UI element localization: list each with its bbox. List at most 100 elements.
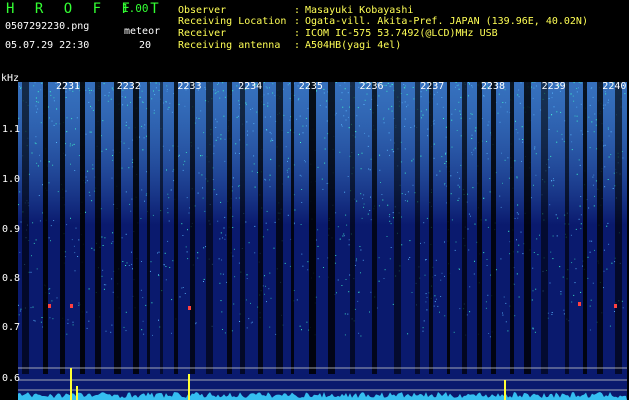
noise-speck xyxy=(87,170,89,172)
signal-gap-stripe xyxy=(477,82,482,374)
noise-speck xyxy=(508,177,510,179)
noise-speck xyxy=(128,265,130,266)
noise-speck xyxy=(459,110,461,112)
noise-speck xyxy=(85,176,87,178)
file-name: 0507292230.png xyxy=(5,21,90,32)
noise-speck xyxy=(604,166,606,168)
noise-speck xyxy=(112,241,114,243)
noise-speck xyxy=(489,336,491,338)
x-tick-label: 2237 xyxy=(420,81,445,92)
noise-speck xyxy=(104,237,106,239)
noise-speck xyxy=(508,230,510,232)
noise-speck xyxy=(219,238,221,240)
noise-speck xyxy=(168,220,170,222)
noise-speck xyxy=(378,280,380,282)
signal-gap-stripe xyxy=(43,82,48,374)
noise-speck xyxy=(299,133,300,135)
noise-speck xyxy=(41,317,43,318)
meteor-spike xyxy=(70,368,72,400)
noise-speck xyxy=(198,118,200,119)
noise-speck xyxy=(35,105,37,107)
noise-speck xyxy=(270,140,272,142)
noise-speck xyxy=(608,99,609,101)
noise-speck xyxy=(471,138,473,139)
noise-speck xyxy=(222,90,224,92)
noise-speck xyxy=(518,244,520,246)
noise-speck xyxy=(383,84,385,86)
noise-speck xyxy=(297,99,299,101)
noise-speck xyxy=(356,115,358,117)
observer-key: Observer xyxy=(178,5,227,16)
noise-speck xyxy=(392,303,394,305)
noise-speck xyxy=(359,246,361,247)
noise-speck xyxy=(553,106,555,108)
noise-speck xyxy=(221,311,223,313)
noise-speck xyxy=(142,297,144,299)
noise-speck xyxy=(213,189,215,191)
noise-speck xyxy=(514,315,516,317)
noise-speck xyxy=(289,97,291,99)
noise-speck xyxy=(385,84,387,86)
noise-speck xyxy=(534,82,536,83)
noise-speck xyxy=(265,86,267,88)
noise-speck xyxy=(367,145,369,147)
noise-speck xyxy=(298,98,300,100)
noise-speck xyxy=(404,118,406,120)
noise-speck xyxy=(423,222,425,224)
noise-speck xyxy=(386,236,388,237)
noise-speck xyxy=(555,214,557,216)
noise-speck xyxy=(102,245,104,246)
noise-speck xyxy=(404,101,406,103)
noise-speck xyxy=(588,207,590,209)
noise-speck xyxy=(609,325,611,327)
noise-speck xyxy=(141,100,143,102)
noise-speck xyxy=(265,222,267,224)
noise-speck xyxy=(576,91,578,93)
noise-speck xyxy=(587,277,589,279)
noise-speck xyxy=(422,330,424,332)
noise-speck xyxy=(67,322,69,324)
noise-speck xyxy=(77,256,79,257)
noise-speck xyxy=(166,90,168,92)
noise-speck xyxy=(573,100,575,102)
noise-speck xyxy=(128,167,130,169)
noise-speck xyxy=(613,172,615,174)
noise-speck xyxy=(358,154,359,156)
noise-speck xyxy=(203,132,205,134)
noise-speck xyxy=(574,282,576,284)
noise-speck xyxy=(378,257,380,259)
noise-speck xyxy=(589,329,591,331)
noise-speck xyxy=(389,154,390,156)
noise-speck xyxy=(50,240,51,242)
noise-speck xyxy=(439,311,440,313)
noise-speck xyxy=(35,239,37,241)
noise-speck xyxy=(254,225,256,227)
noise-speck xyxy=(348,116,349,118)
noise-speck xyxy=(457,184,459,186)
noise-speck xyxy=(347,313,349,315)
noise-speck xyxy=(457,199,459,201)
noise-speck xyxy=(593,205,595,207)
noise-speck xyxy=(534,331,536,333)
noise-speck xyxy=(51,120,53,122)
noise-speck xyxy=(158,274,159,276)
noise-speck xyxy=(251,170,253,172)
noise-speck xyxy=(112,149,114,151)
noise-speck xyxy=(252,130,254,132)
noise-speck xyxy=(437,305,439,307)
noise-speck xyxy=(484,95,485,97)
noise-speck xyxy=(73,245,75,247)
noise-speck xyxy=(473,149,475,151)
noise-speck xyxy=(592,176,594,178)
noise-speck xyxy=(269,179,271,181)
noise-speck xyxy=(305,125,307,127)
signal-gap-stripe xyxy=(429,82,433,374)
noise-speck xyxy=(270,159,272,161)
noise-speck xyxy=(37,165,39,167)
noise-speck xyxy=(425,109,427,111)
noise-speck xyxy=(425,293,427,295)
noise-speck xyxy=(181,223,183,225)
noise-speck xyxy=(422,327,424,329)
noise-speck xyxy=(269,174,271,176)
noise-speck xyxy=(52,164,54,166)
